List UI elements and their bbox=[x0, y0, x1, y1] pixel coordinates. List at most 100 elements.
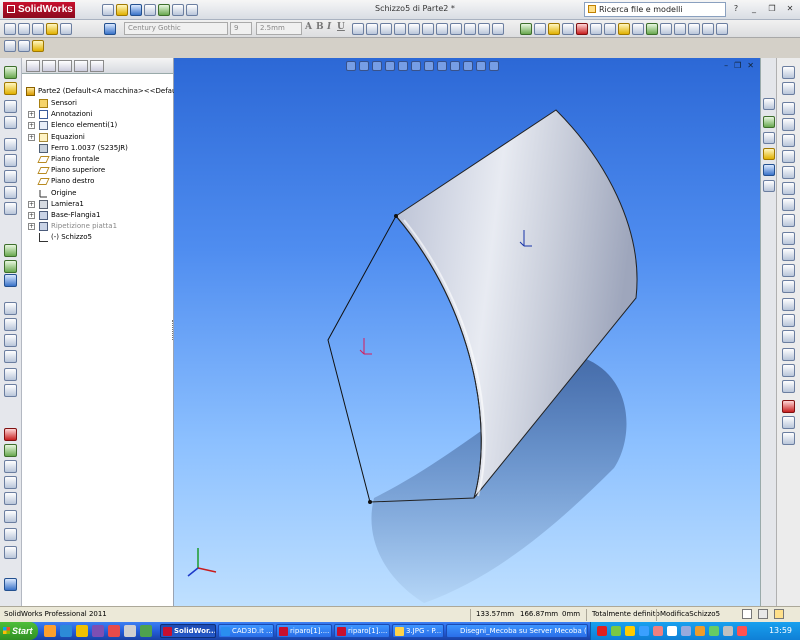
font-select[interactable]: Century Gothic bbox=[124, 22, 228, 35]
custom-properties-icon[interactable] bbox=[763, 180, 775, 192]
weld-icon[interactable] bbox=[562, 23, 574, 35]
resources-icon[interactable] bbox=[763, 98, 775, 110]
rectangle-right-icon[interactable] bbox=[782, 118, 795, 131]
task-riparo-1[interactable]: riparo[1].... bbox=[276, 624, 332, 638]
expand-toggle-icon[interactable]: + bbox=[28, 212, 35, 219]
underline-button[interactable]: U bbox=[337, 22, 345, 32]
spline-right-icon[interactable] bbox=[782, 166, 795, 179]
tray-antivirus-icon[interactable] bbox=[597, 626, 607, 636]
design-library-icon[interactable] bbox=[763, 116, 775, 128]
font-a-button[interactable]: A bbox=[305, 22, 312, 32]
expand-toggle-icon[interactable]: + bbox=[28, 223, 35, 231]
help-status-icon[interactable] bbox=[774, 609, 784, 619]
align-center-icon[interactable] bbox=[366, 23, 378, 35]
rib-icon[interactable] bbox=[4, 244, 17, 257]
font-size-select[interactable]: 9 bbox=[230, 22, 252, 35]
relations-right-icon[interactable] bbox=[782, 400, 795, 413]
circle-right-icon[interactable] bbox=[782, 134, 795, 147]
datum-icon[interactable] bbox=[576, 23, 588, 35]
slot-right-icon[interactable] bbox=[782, 198, 795, 211]
expand-toggle-icon[interactable]: + bbox=[28, 111, 35, 119]
toolbar-c-icon[interactable] bbox=[32, 40, 44, 52]
sketch-right-icon[interactable] bbox=[782, 66, 795, 79]
options-icon[interactable] bbox=[186, 4, 198, 16]
tab-feature-tree[interactable] bbox=[26, 60, 40, 72]
curves-icon[interactable] bbox=[4, 384, 17, 397]
tray-volume-icon[interactable] bbox=[667, 626, 677, 636]
excel-icon[interactable] bbox=[140, 625, 152, 637]
appearances-icon[interactable] bbox=[763, 164, 775, 176]
save-icon[interactable] bbox=[130, 4, 142, 16]
minimize-icon[interactable]: _ bbox=[748, 3, 760, 15]
cut-loft-icon[interactable] bbox=[4, 186, 17, 199]
task-cad3d[interactable]: CAD3D.it ... bbox=[218, 624, 274, 638]
hatch-icon[interactable] bbox=[618, 23, 630, 35]
jog-icon[interactable] bbox=[4, 492, 17, 505]
tray-lan-icon[interactable] bbox=[709, 626, 719, 636]
toolbar-b-icon[interactable] bbox=[18, 40, 30, 52]
repair-right-icon[interactable] bbox=[782, 416, 795, 429]
bullet-icon[interactable] bbox=[436, 23, 448, 35]
trim-right-icon[interactable] bbox=[782, 314, 795, 327]
align-left-icon[interactable] bbox=[352, 23, 364, 35]
unfold-icon[interactable] bbox=[4, 528, 17, 541]
tray-security-icon[interactable] bbox=[625, 626, 635, 636]
front-view-icon[interactable] bbox=[104, 23, 116, 35]
tray-network-icon[interactable] bbox=[611, 626, 621, 636]
line-height-select[interactable]: 2.5mm bbox=[256, 22, 302, 35]
plane-right-icon[interactable] bbox=[782, 264, 795, 277]
quick-snaps-right-icon[interactable] bbox=[782, 432, 795, 445]
symbol-icon[interactable] bbox=[492, 23, 504, 35]
cut-revolve-icon[interactable] bbox=[4, 154, 17, 167]
outdent-icon[interactable] bbox=[422, 23, 434, 35]
offset-right-icon[interactable] bbox=[782, 280, 795, 293]
sketch-point-bottom[interactable] bbox=[368, 500, 372, 504]
firefox-icon[interactable] bbox=[44, 625, 56, 637]
toolbar-a-icon[interactable] bbox=[4, 40, 16, 52]
solidworks-logo[interactable]: SolidWorks bbox=[3, 2, 75, 18]
bold-button[interactable]: B bbox=[316, 22, 324, 32]
rebuild-icon[interactable] bbox=[742, 609, 752, 619]
print-icon[interactable] bbox=[144, 4, 156, 16]
cosmetic-thread-icon[interactable] bbox=[702, 23, 714, 35]
spacing-icon[interactable] bbox=[464, 23, 476, 35]
point-right-icon[interactable] bbox=[782, 214, 795, 227]
fillet-icon[interactable] bbox=[4, 202, 17, 215]
align-right-icon[interactable] bbox=[380, 23, 392, 35]
extrude-icon[interactable] bbox=[4, 66, 17, 79]
ellipse-right-icon[interactable] bbox=[782, 182, 795, 195]
justify-icon[interactable] bbox=[394, 23, 406, 35]
move-right-icon[interactable] bbox=[782, 364, 795, 377]
tolerance-icon[interactable] bbox=[590, 23, 602, 35]
wrap-icon[interactable] bbox=[4, 302, 17, 315]
revolve-icon[interactable] bbox=[4, 82, 17, 95]
tray-alert-icon[interactable] bbox=[737, 626, 747, 636]
cut-sweep-icon[interactable] bbox=[4, 170, 17, 183]
units-icon[interactable] bbox=[758, 609, 768, 619]
tab-configuration[interactable] bbox=[58, 60, 72, 72]
tab-display-manager[interactable] bbox=[90, 60, 104, 72]
more-icon[interactable] bbox=[716, 23, 728, 35]
sweep-icon[interactable] bbox=[4, 100, 17, 113]
indent-icon[interactable] bbox=[408, 23, 420, 35]
centermark-icon[interactable] bbox=[604, 23, 616, 35]
task-solidworks[interactable]: SolidWor... bbox=[160, 624, 216, 638]
select-icon[interactable] bbox=[172, 4, 184, 16]
loft-icon[interactable] bbox=[4, 116, 17, 129]
layer-icon[interactable] bbox=[646, 23, 658, 35]
tray-update-icon[interactable] bbox=[653, 626, 663, 636]
reference-geometry-icon[interactable] bbox=[4, 368, 17, 381]
smart-dim-right-icon[interactable] bbox=[782, 82, 795, 95]
tray-app-icon[interactable] bbox=[695, 626, 705, 636]
frame-icon[interactable] bbox=[478, 23, 490, 35]
start-button[interactable]: Start bbox=[0, 622, 38, 640]
convert-right-icon[interactable] bbox=[782, 298, 795, 311]
tab-dimxpert[interactable] bbox=[74, 60, 88, 72]
line-right-icon[interactable] bbox=[782, 102, 795, 115]
sheet-metal-icon[interactable] bbox=[4, 428, 17, 441]
app-quicklaunch-icon[interactable] bbox=[108, 625, 120, 637]
flatten-icon[interactable] bbox=[4, 578, 17, 591]
text-right-icon[interactable] bbox=[782, 248, 795, 261]
task-disegni[interactable]: Disegni_Mecoba su Server Mecoba (Server bbox=[446, 624, 588, 638]
shell-icon[interactable] bbox=[4, 274, 17, 287]
